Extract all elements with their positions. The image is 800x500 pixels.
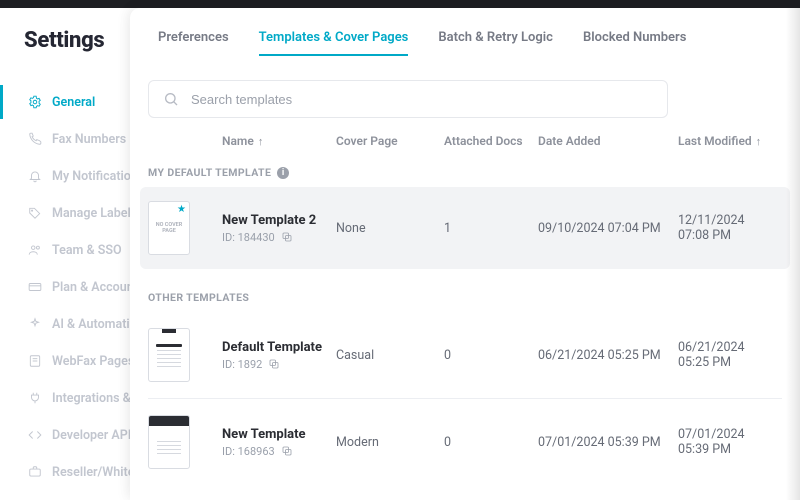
template-last-modified: 06/21/2024 05:25 PM [678, 340, 772, 370]
sort-asc-icon: ↑ [756, 135, 762, 148]
col-header-docs[interactable]: Attached Docs [444, 134, 538, 148]
template-thumbnail [148, 415, 190, 469]
template-thumbnail [148, 328, 190, 382]
phone-icon [28, 132, 42, 146]
template-id: ID: 184430 [222, 231, 275, 244]
main-panel: Preferences Templates & Cover Pages Batc… [130, 8, 800, 500]
sidebar-item-reseller[interactable]: Reseller/White [24, 455, 130, 489]
sidebar-item-fax-numbers[interactable]: Fax Numbers [24, 122, 130, 156]
sidebar-item-general[interactable]: General [24, 85, 130, 119]
sidebar-item-label: Manage Labels [52, 206, 137, 221]
copy-icon[interactable] [281, 231, 293, 243]
sidebar-item-label: Fax Numbers [52, 132, 126, 147]
section-default-template: MY DEFAULT TEMPLATE i [130, 158, 800, 187]
col-header-cover[interactable]: Cover Page [336, 134, 444, 148]
template-cover-page: None [336, 221, 444, 236]
template-attached-docs: 0 [444, 435, 538, 450]
sidebar-item-ai-automation[interactable]: AI & Automation [24, 307, 130, 341]
tab-batch-retry[interactable]: Batch & Retry Logic [438, 26, 553, 55]
sidebar-nav: General Fax Numbers My Notifications Man… [24, 85, 130, 489]
copy-icon[interactable] [268, 358, 280, 370]
col-header-name[interactable]: Name↑ [222, 134, 336, 148]
table-row[interactable]: ★ NO COVER PAGE New Template 2 ID: 18443… [140, 187, 790, 269]
template-name: New Template [222, 427, 336, 442]
template-id: ID: 168963 [222, 445, 275, 458]
template-name: New Template 2 [222, 213, 336, 228]
template-name: Default Template [222, 340, 336, 355]
users-icon [28, 243, 42, 257]
sidebar-item-label: Integrations & [52, 391, 131, 406]
template-attached-docs: 1 [444, 221, 538, 236]
gear-icon [28, 95, 42, 109]
template-cover-page: Casual [336, 348, 444, 363]
tab-preferences[interactable]: Preferences [158, 26, 229, 55]
copy-icon[interactable] [281, 445, 293, 457]
template-date-added: 07/01/2024 05:39 PM [538, 435, 678, 450]
tabs: Preferences Templates & Cover Pages Batc… [130, 26, 800, 66]
tab-blocked-numbers[interactable]: Blocked Numbers [583, 26, 686, 55]
sidebar-item-label: WebFax Pages [52, 354, 134, 369]
template-cover-page: Modern [336, 435, 444, 450]
sidebar-item-developer-api[interactable]: Developer API [24, 418, 130, 452]
tag-icon [28, 206, 42, 220]
sidebar-item-label: Reseller/White [52, 465, 134, 480]
sidebar-item-label: General [52, 95, 95, 110]
template-last-modified: 07/01/2024 05:39 PM [678, 427, 772, 457]
credit-card-icon [28, 280, 42, 294]
table-row[interactable]: New Template ID: 168963 Modern 0 07/01/2… [130, 399, 800, 485]
template-id: ID: 1892 [222, 358, 262, 371]
table-header-row: Name↑ Cover Page Attached Docs Date Adde… [130, 128, 800, 158]
search-box[interactable] [148, 80, 668, 118]
sparkle-icon [28, 317, 42, 331]
col-header-last-modified[interactable]: Last Modified↑ [678, 134, 772, 148]
plug-icon [28, 391, 42, 405]
template-thumbnail: ★ NO COVER PAGE [148, 201, 190, 255]
search-icon [163, 91, 179, 107]
template-date-added: 09/10/2024 07:04 PM [538, 221, 678, 236]
page-title: Settings [24, 28, 130, 53]
settings-sidebar: Settings General Fax Numbers My Notifica… [0, 8, 130, 500]
section-other-templates: OTHER TEMPLATES [130, 283, 800, 312]
template-last-modified: 12/11/2024 07:08 PM [678, 213, 772, 243]
sort-asc-icon: ↑ [258, 135, 264, 148]
sidebar-item-notifications[interactable]: My Notifications [24, 159, 130, 193]
sidebar-item-label: Plan & Account [52, 280, 138, 295]
bell-icon [28, 169, 42, 183]
star-icon: ★ [177, 204, 186, 215]
briefcase-icon [28, 465, 42, 479]
search-input[interactable] [191, 92, 653, 107]
window-top-bar [0, 0, 800, 8]
code-icon [28, 428, 42, 442]
clipboard-icon [162, 328, 176, 333]
sidebar-item-label: Developer API [52, 428, 131, 443]
sidebar-item-integrations[interactable]: Integrations & [24, 381, 130, 415]
sidebar-item-labels[interactable]: Manage Labels [24, 196, 130, 230]
info-icon[interactable]: i [277, 167, 289, 179]
sidebar-item-label: Team & SSO [52, 243, 122, 258]
sidebar-item-team-sso[interactable]: Team & SSO [24, 233, 130, 267]
tab-templates-cover-pages[interactable]: Templates & Cover Pages [259, 26, 409, 55]
sidebar-item-webfax-pages[interactable]: WebFax Pages [24, 344, 130, 378]
table-row[interactable]: Default Template ID: 1892 Casual 0 06/21… [130, 312, 800, 398]
sidebar-item-plan-account[interactable]: Plan & Account [24, 270, 130, 304]
thumbnail-no-cover-text: NO COVER PAGE [149, 222, 189, 234]
page-icon [28, 354, 42, 368]
template-date-added: 06/21/2024 05:25 PM [538, 348, 678, 363]
template-attached-docs: 0 [444, 348, 538, 363]
col-header-date-added[interactable]: Date Added [538, 134, 678, 148]
